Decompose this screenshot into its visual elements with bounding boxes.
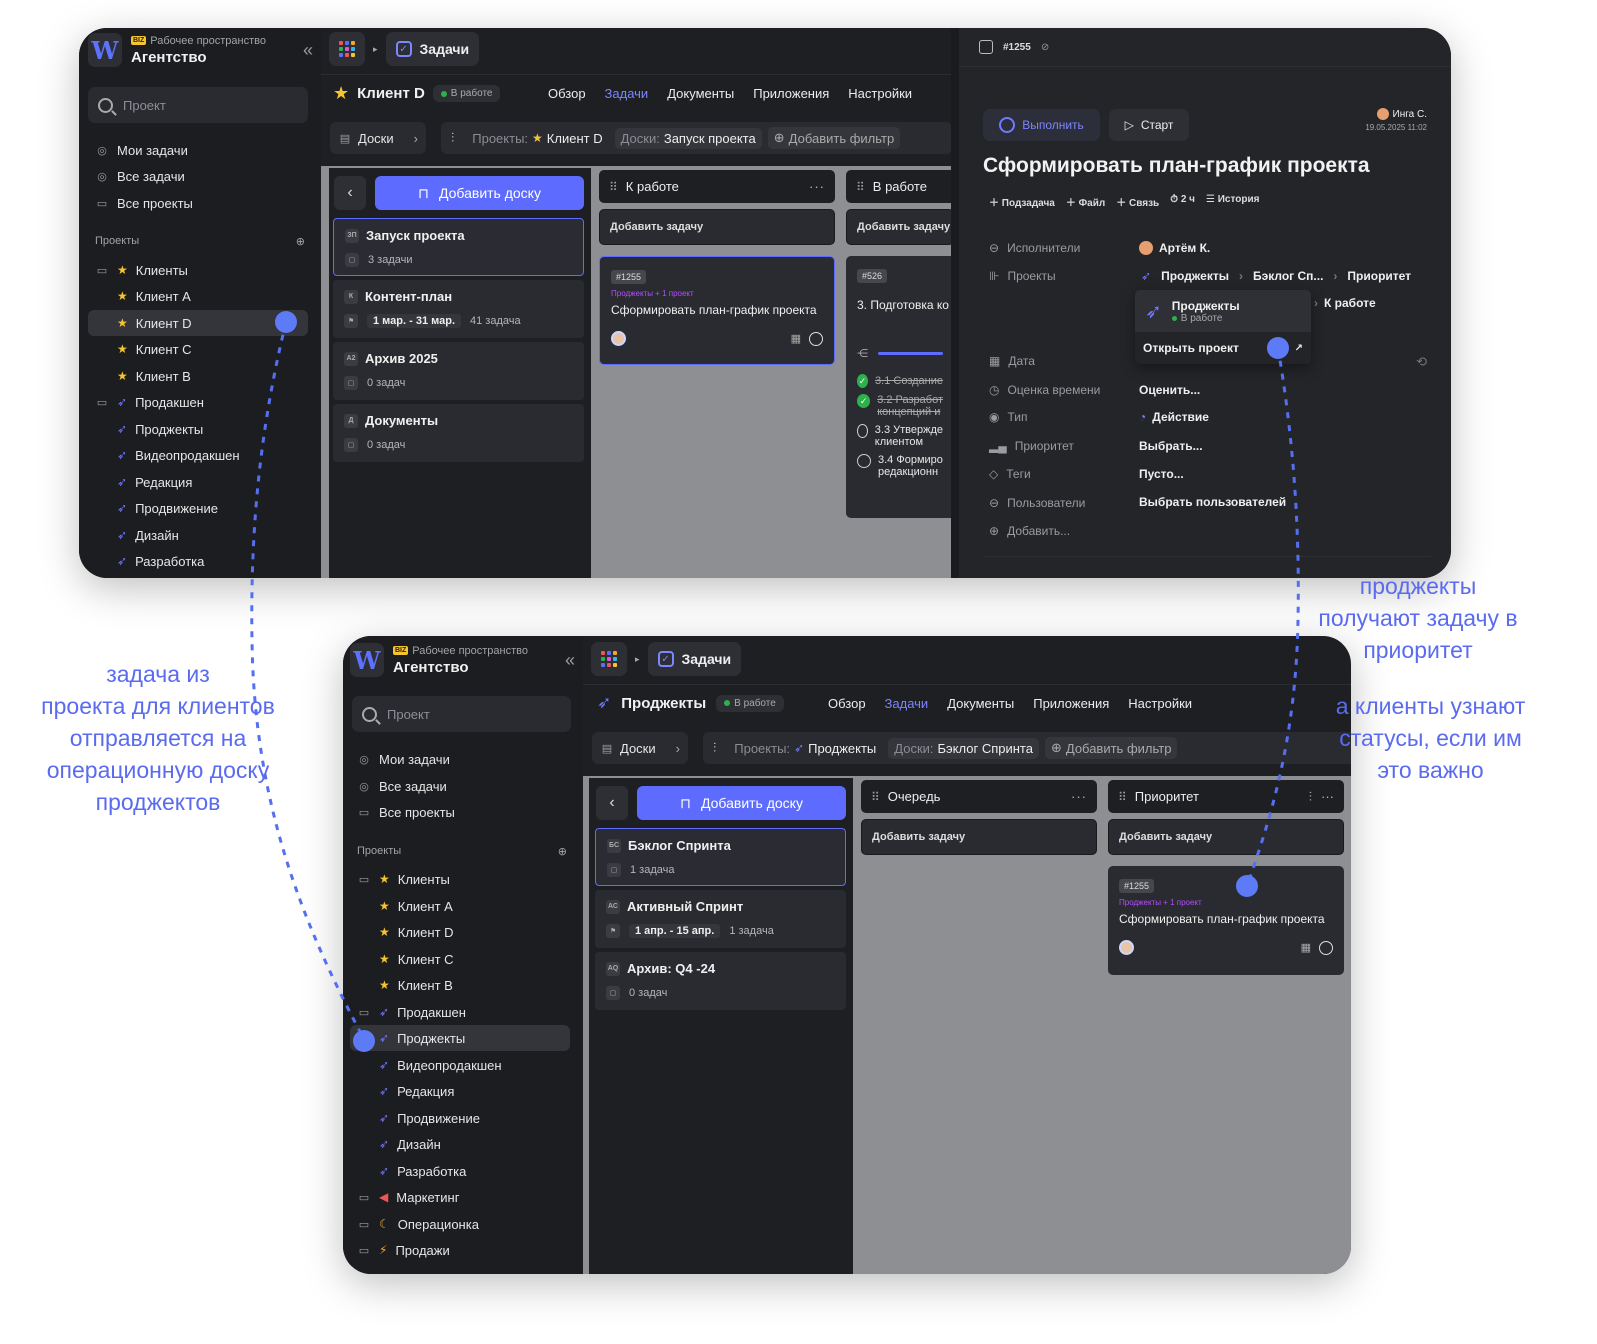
marker-dot: [275, 311, 297, 333]
marker-dot: [1236, 875, 1258, 897]
annotation-right-status: а клиенты узнают статусы, если им это важн…: [1335, 693, 1526, 783]
marker-dot: [1267, 337, 1289, 359]
marker-dot: [353, 1030, 375, 1052]
annotation-left: задача из проекта для клиентов отправляетс…: [41, 661, 275, 815]
annotation-right-priority: проджекты получают задачу в приоритет: [1318, 573, 1518, 663]
